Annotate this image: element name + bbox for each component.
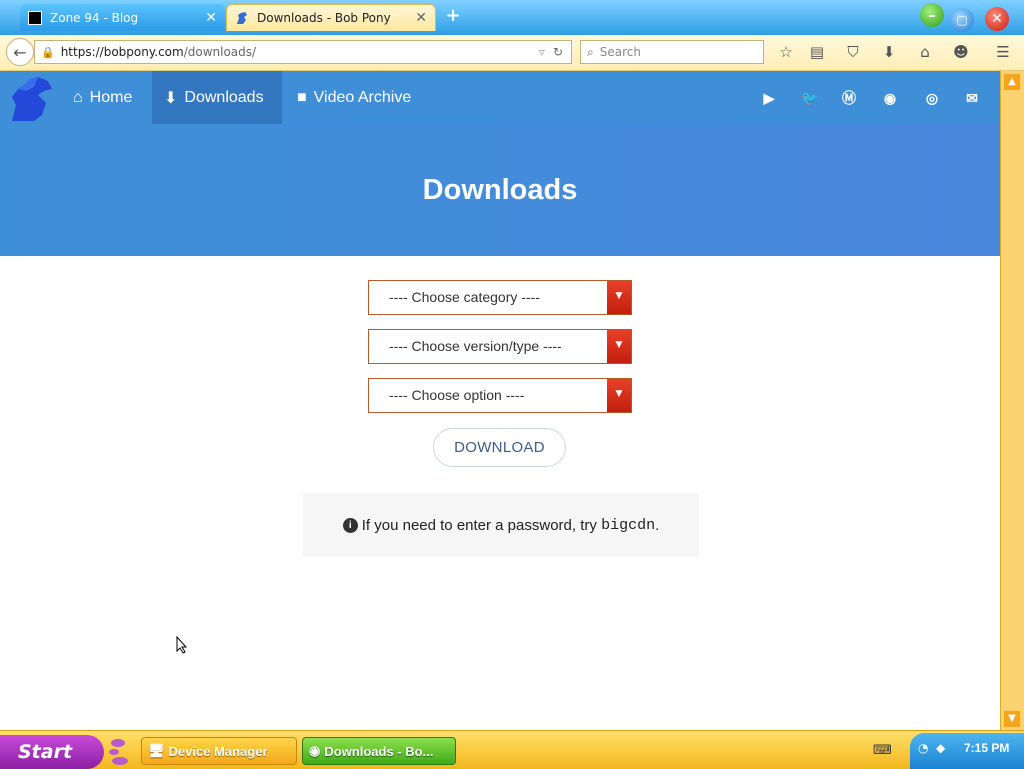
tab-title: Downloads - Bob Pony — [257, 11, 391, 25]
maximize-window-button[interactable]: ▢ — [950, 8, 974, 32]
scroll-down-icon[interactable]: ▼ — [1004, 711, 1020, 727]
clock[interactable]: 7:15 PM — [964, 741, 1009, 755]
page-scrollbar[interactable]: ▲ ▼ — [1000, 71, 1024, 730]
dropdown-history-icon[interactable]: ▿ — [539, 45, 545, 59]
nav-downloads-label: Downloads — [184, 88, 264, 106]
url-text: https://bobpony.com/downloads/ — [61, 45, 539, 59]
new-tab-button[interactable]: + — [444, 6, 462, 26]
url-host: https://bobpony.com — [60, 45, 184, 59]
home-icon: ⌂ — [73, 88, 83, 106]
mouse-cursor-icon — [176, 636, 188, 654]
video-camera-icon: ■ — [297, 88, 307, 106]
youtube-icon[interactable]: ▶ — [759, 88, 779, 108]
nav-home[interactable]: ⌂ Home — [61, 71, 144, 124]
hero-banner: Downloads — [0, 124, 1000, 256]
tab-strip: Zone 94 - Blog ✕ Downloads - Bob Pony ✕ … — [0, 0, 1024, 35]
bookmark-star-icon[interactable]: ☆ — [776, 42, 796, 62]
smiley-icon[interactable]: ☻ — [951, 42, 971, 62]
discord-icon[interactable]: ◉ — [880, 88, 900, 108]
twitter-icon[interactable]: 🐦 — [800, 88, 820, 108]
bob-pony-logo-icon[interactable] — [8, 75, 56, 123]
category-select[interactable]: ---- Choose category ---- ▼ — [368, 280, 632, 315]
bubbles-decoration-icon — [109, 739, 128, 765]
search-icon: ⌕ — [587, 44, 594, 59]
scroll-up-icon[interactable]: ▲ — [1004, 74, 1020, 90]
chevron-down-icon: ▼ — [607, 379, 631, 412]
password-notice: i If you need to enter a password, try b… — [303, 493, 699, 557]
download-icon: ⬇ — [164, 89, 178, 107]
close-window-button[interactable]: ✕ — [985, 7, 1009, 31]
close-tab-icon[interactable]: ✕ — [205, 10, 217, 26]
download-icon[interactable]: ⬇ — [879, 42, 899, 62]
site-navbar: ⌂ Home ⬇ Downloads ■ Video Archive ▶ 🐦 Ⓜ… — [0, 71, 1000, 124]
taskbar-downloads-browser[interactable]: ◉ Downloads - Bo... — [302, 737, 456, 765]
firefox-icon: ◉ — [309, 743, 321, 758]
chevron-down-icon: ▼ — [607, 330, 631, 363]
nav-video-archive[interactable]: ■ Video Archive — [285, 71, 423, 124]
zone94-favicon-icon — [28, 10, 42, 25]
menu-icon[interactable]: ☰ — [993, 42, 1013, 62]
nav-downloads[interactable]: ⬇ Downloads — [152, 71, 282, 124]
reload-icon[interactable]: ↻ — [553, 45, 563, 59]
github-icon[interactable]: ◎ — [922, 88, 942, 108]
download-button[interactable]: DOWNLOAD — [433, 428, 566, 467]
back-button[interactable]: ← — [6, 38, 34, 66]
page-title: Downloads — [422, 174, 578, 206]
option-select-value: ---- Choose option ---- — [389, 387, 525, 403]
email-icon[interactable]: ✉ — [962, 88, 982, 108]
version-type-select[interactable]: ---- Choose version/type ---- ▼ — [368, 329, 632, 364]
volume-icon[interactable]: ◔ — [918, 741, 928, 755]
web-page: ⌂ Home ⬇ Downloads ■ Video Archive ▶ 🐦 Ⓜ… — [0, 71, 1000, 730]
info-icon: i — [342, 517, 358, 533]
notice-text: If you need to enter a password, try — [361, 516, 597, 534]
minimize-window-button[interactable]: – — [920, 3, 944, 27]
search-input[interactable]: ⌕ Search — [580, 40, 764, 64]
search-placeholder: Search — [599, 45, 641, 59]
chevron-down-icon: ▼ — [607, 281, 631, 314]
network-icon[interactable]: ◆ — [936, 741, 945, 755]
option-select[interactable]: ---- Choose option ---- ▼ — [368, 378, 632, 413]
browser-toolbar: ← 🔒 https://bobpony.com/downloads/ ▿ ↻ ⌕… — [0, 35, 1024, 71]
close-tab-icon[interactable]: ✕ — [415, 10, 427, 26]
version-select-value: ---- Choose version/type ---- — [389, 338, 562, 354]
lock-icon: 🔒 — [41, 45, 55, 59]
notice-password: bigcdn — [601, 516, 656, 534]
address-bar[interactable]: 🔒 https://bobpony.com/downloads/ ▿ ↻ — [34, 40, 572, 64]
tab-zone94[interactable]: Zone 94 - Blog ✕ — [20, 4, 225, 31]
url-path: /downloads/ — [183, 45, 257, 59]
tab-downloads[interactable]: Downloads - Bob Pony ✕ — [226, 4, 436, 31]
taskbar-device-manager[interactable]: 🖥 Device Manager — [141, 737, 297, 765]
task-label: Downloads - Bo... — [324, 743, 434, 759]
keyboard-icon[interactable]: ⌨ — [873, 743, 892, 758]
tab-title: Zone 94 - Blog — [50, 10, 139, 25]
start-button[interactable]: Start — [0, 735, 104, 769]
reader-icon[interactable]: ▤ — [807, 42, 827, 62]
mastodon-icon[interactable]: Ⓜ — [839, 88, 859, 108]
notice-end: . — [655, 516, 660, 534]
home-icon[interactable]: ⌂ — [915, 42, 935, 62]
bobpony-favicon-icon — [237, 12, 247, 24]
nav-home-label: Home — [89, 88, 133, 106]
nav-video-archive-label: Video Archive — [313, 88, 412, 106]
computer-icon: 🖥 — [148, 743, 165, 758]
category-select-value: ---- Choose category ---- — [389, 289, 540, 305]
taskbar: Start 🖥 Device Manager ◉ Downloads - Bo.… — [0, 730, 1024, 769]
pocket-icon[interactable]: ⛉ — [843, 42, 863, 62]
task-label: Device Manager — [168, 743, 268, 759]
back-arrow-icon: ← — [13, 42, 27, 62]
